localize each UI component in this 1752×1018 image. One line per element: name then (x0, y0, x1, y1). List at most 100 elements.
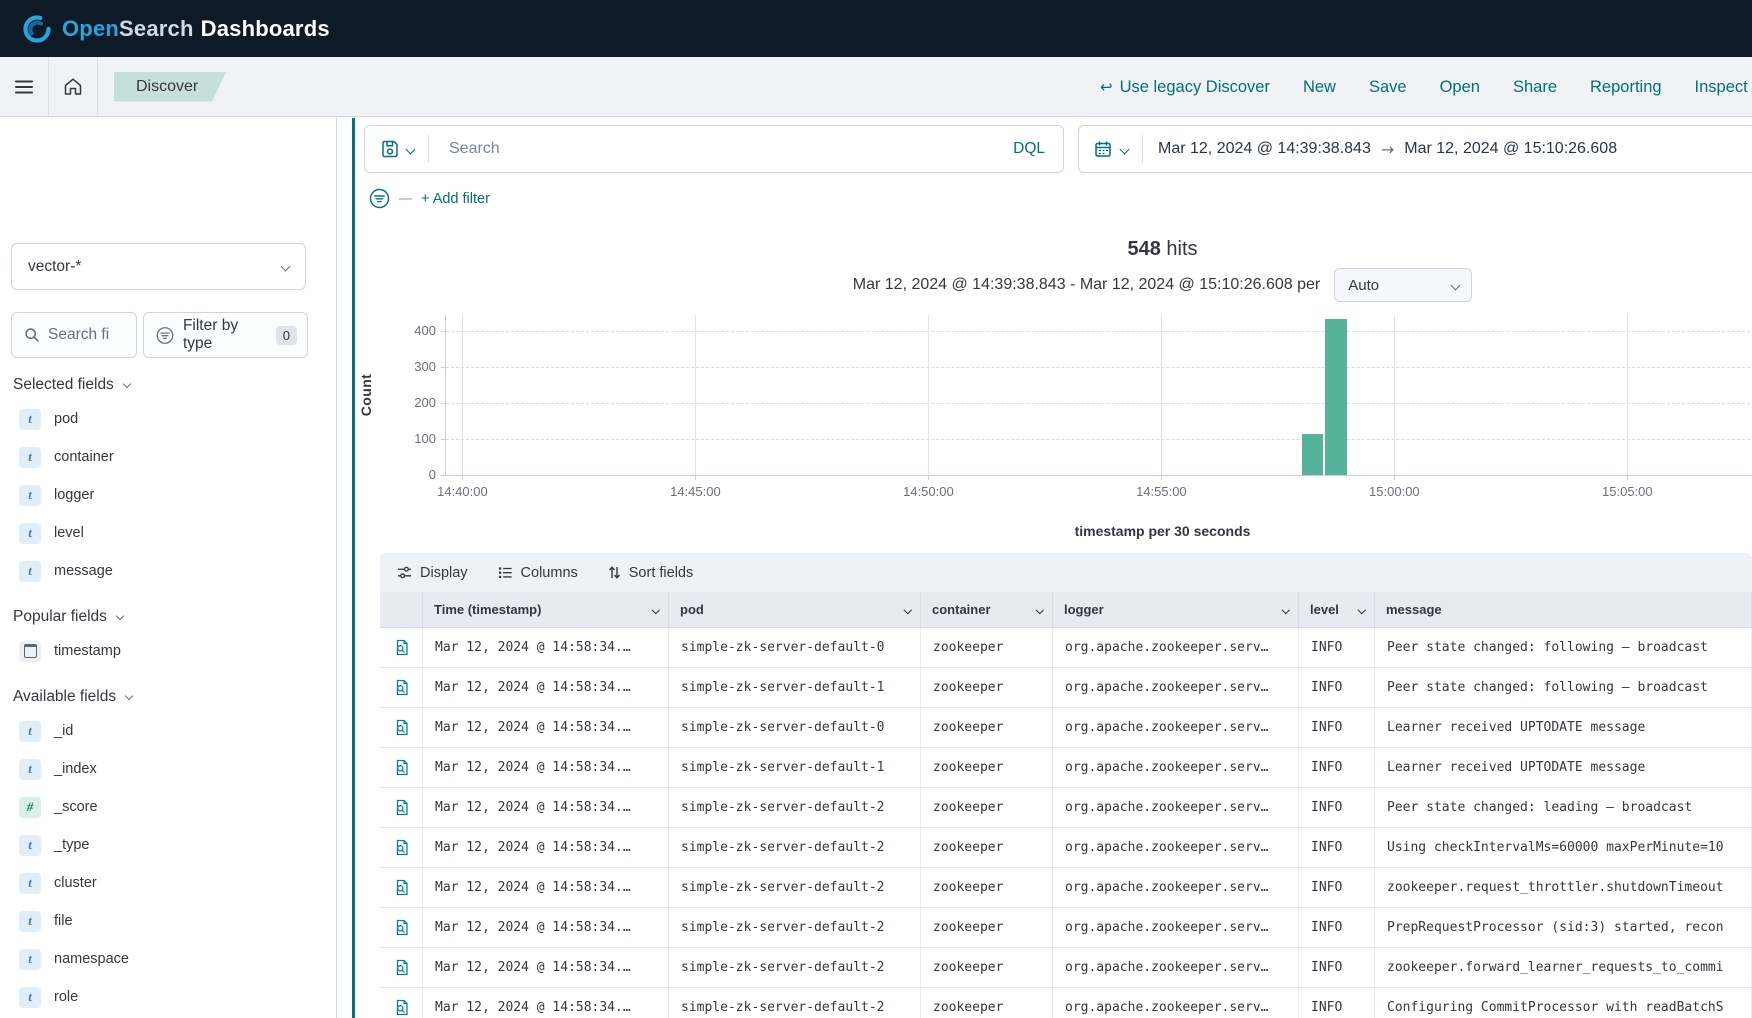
field-name: level (54, 525, 84, 541)
top-menu-item[interactable]: ↩ Inspect (1695, 78, 1748, 97)
filter-circle-icon[interactable] (369, 188, 390, 209)
date-range-end[interactable]: Mar 12, 2024 @ 15:10:26.608 (1404, 140, 1617, 158)
saved-query-menu[interactable] (365, 140, 428, 158)
top-menu-item[interactable]: ↩ Save (1369, 78, 1407, 97)
columns-button[interactable]: Columns (498, 565, 578, 581)
cell-logger: org.apache.zookeeper.serv… (1053, 948, 1299, 987)
discover-sidebar: vector-* Filter by type 0 Selected field… (0, 117, 337, 1018)
field-item[interactable]: # _score (11, 788, 336, 826)
expand-document-button[interactable] (380, 788, 423, 827)
home-icon (63, 77, 83, 96)
column-header-label: Time (timestamp) (434, 602, 541, 617)
field-item[interactable]: t _index (11, 750, 336, 788)
field-type-badge: t (19, 949, 41, 970)
chevron-down-icon[interactable] (903, 606, 911, 614)
column-header[interactable]: container (921, 592, 1053, 627)
chevron-down-icon[interactable] (1357, 606, 1365, 614)
display-button[interactable]: Display (397, 565, 468, 581)
interval-select[interactable]: Auto (1334, 268, 1472, 302)
inspect-document-icon (393, 679, 410, 696)
cell-logger: org.apache.zookeeper.serv… (1053, 748, 1299, 787)
search-input[interactable] (429, 140, 1013, 158)
field-item[interactable]: t level (11, 514, 336, 552)
field-item[interactable]: t message (11, 552, 336, 590)
gridline-y (446, 439, 1752, 440)
chevron-down-icon (123, 379, 131, 387)
top-menu-item[interactable]: ↩ Share (1513, 78, 1557, 97)
chevron-down-icon[interactable] (1035, 606, 1043, 614)
histogram-bar[interactable] (1302, 434, 1323, 475)
field-item[interactable]: t role (11, 978, 336, 1016)
date-quick-menu[interactable] (1079, 140, 1142, 158)
field-item[interactable]: t pod (11, 400, 336, 438)
column-header-label: level (1310, 602, 1339, 617)
section-available-fields[interactable]: Available fields (13, 688, 336, 706)
top-menu-item-label: New (1303, 78, 1336, 97)
field-item[interactable]: t logger (11, 476, 336, 514)
gridline-x (1161, 315, 1162, 475)
top-menu-item[interactable]: ↩ Use legacy Discover (1100, 78, 1270, 97)
cell-pod: simple-zk-server-default-1 (669, 748, 921, 787)
field-item[interactable]: t file (11, 902, 336, 940)
column-header[interactable]: logger (1053, 592, 1299, 627)
date-range-start[interactable]: Mar 12, 2024 @ 14:39:38.843 (1158, 140, 1371, 158)
expand-document-button[interactable] (380, 628, 423, 667)
home-button[interactable] (49, 57, 97, 116)
y-tick (441, 403, 446, 404)
chevron-down-icon[interactable] (651, 606, 659, 614)
histogram-chart[interactable]: Count 010020030040014:40:0014:45:0014:50… (445, 315, 1752, 475)
field-type-badge: t (19, 911, 41, 932)
cell-container: zookeeper (921, 868, 1053, 907)
time-range-subtitle: Mar 12, 2024 @ 14:39:38.843 - Mar 12, 20… (853, 276, 1320, 294)
breadcrumb-discover[interactable]: Discover (114, 72, 226, 102)
index-pattern-select[interactable]: vector-* (11, 243, 306, 290)
inspect-document-icon (393, 719, 410, 736)
cell-time: Mar 12, 2024 @ 14:58:34.… (423, 868, 669, 907)
field-item[interactable]: t namespace (11, 940, 336, 978)
expand-document-button[interactable] (380, 748, 423, 787)
filter-by-type-button[interactable]: Filter by type 0 (143, 312, 308, 358)
expand-document-button[interactable] (380, 948, 423, 987)
expand-document-button[interactable] (380, 668, 423, 707)
top-menu-item[interactable]: ↩ Reporting (1590, 78, 1662, 97)
nav-divider (97, 57, 98, 116)
cell-message: Peer state changed: leading – broadcast (1375, 788, 1752, 827)
cell-level: INFO (1299, 908, 1375, 947)
table-row: Mar 12, 2024 @ 14:58:34.… simple-zk-serv… (380, 988, 1752, 1018)
field-item[interactable]: t cluster (11, 864, 336, 902)
column-header[interactable]: pod (669, 592, 921, 627)
add-filter-button[interactable]: + Add filter (421, 191, 490, 207)
field-name: message (54, 563, 113, 579)
column-header[interactable]: Time (timestamp) (423, 592, 669, 627)
chevron-down-icon[interactable] (1281, 606, 1289, 614)
query-language-button[interactable]: DQL (1013, 140, 1063, 158)
field-item[interactable]: timestamp (11, 632, 336, 670)
section-title: Selected fields (13, 376, 114, 394)
sort-fields-button[interactable]: Sort fields (608, 565, 693, 581)
field-type-badge: t (19, 835, 41, 856)
section-selected-fields[interactable]: Selected fields (13, 376, 336, 394)
expand-document-button[interactable] (380, 908, 423, 947)
gridline-y (446, 367, 1752, 368)
calendar-icon (1094, 140, 1112, 158)
field-item[interactable]: t _id (11, 712, 336, 750)
y-axis-title: Count (358, 374, 374, 416)
top-menu-item[interactable]: ↩ New (1303, 78, 1336, 97)
chevron-down-icon (1120, 144, 1130, 154)
field-item[interactable]: t _type (11, 826, 336, 864)
field-item[interactable]: t container (11, 438, 336, 476)
inspect-document-icon (393, 879, 410, 896)
section-popular-fields[interactable]: Popular fields (13, 608, 336, 626)
expand-document-button[interactable] (380, 828, 423, 867)
filter-bar: + Add filter (369, 188, 490, 209)
expand-document-button[interactable] (380, 988, 423, 1018)
column-header[interactable]: message (1375, 592, 1752, 627)
field-search-input[interactable] (48, 326, 134, 344)
field-type-badge: # (19, 797, 41, 818)
menu-button[interactable] (0, 57, 48, 116)
histogram-bar[interactable] (1325, 319, 1346, 475)
expand-document-button[interactable] (380, 708, 423, 747)
column-header[interactable]: level (1299, 592, 1375, 627)
expand-document-button[interactable] (380, 868, 423, 907)
top-menu-item[interactable]: ↩ Open (1440, 78, 1480, 97)
